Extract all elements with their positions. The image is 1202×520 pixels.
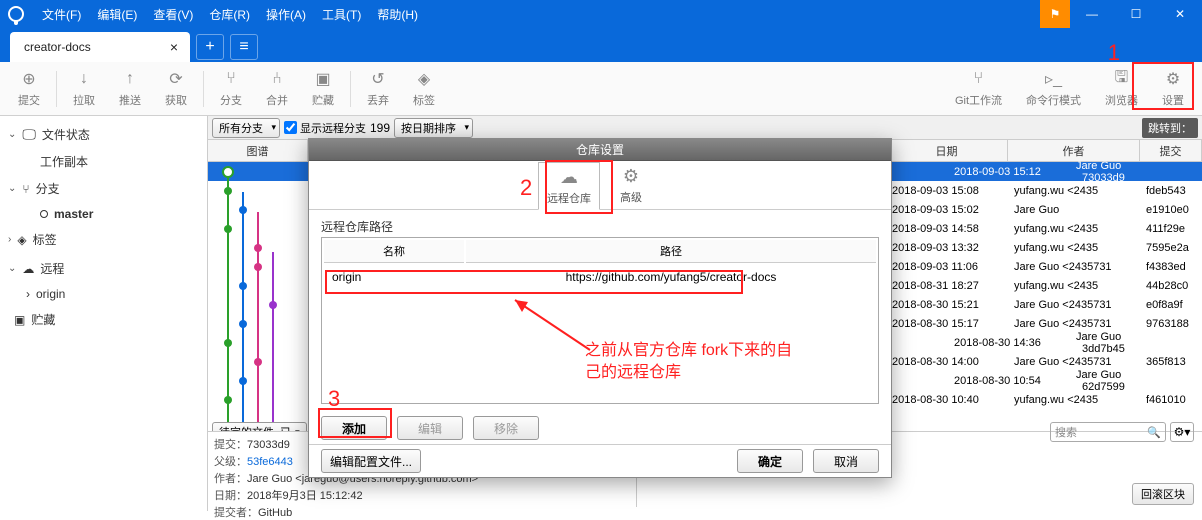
close-button[interactable]: ✕ — [1158, 0, 1202, 28]
modal-tab-remote[interactable]: ☁远程仓库 — [538, 162, 600, 210]
gear-icon: ⚙ — [1163, 69, 1183, 89]
cloud-icon: ☁ — [560, 167, 578, 188]
remote-row-origin[interactable]: originhttps://github.com/yufang5/creator… — [324, 265, 876, 289]
pull-icon: ↓ — [74, 69, 94, 89]
terminal-button[interactable]: ▹_命令行模式 — [1014, 65, 1093, 112]
gear-icon: ⚙ — [623, 166, 639, 187]
tab-add-button[interactable]: + — [196, 34, 224, 60]
gitflow-icon: ⑂ — [968, 69, 988, 89]
fetch-button[interactable]: ⟳获取 — [153, 65, 199, 112]
branch-filter-dropdown[interactable]: 所有分支 — [212, 118, 280, 138]
col-author[interactable]: 作者 — [1008, 140, 1140, 161]
modal-title: 仓库设置 — [309, 139, 891, 161]
menu-file[interactable]: 文件(F) — [34, 6, 89, 23]
browser-icon: 🖫 — [1112, 69, 1132, 89]
commit-graph-icon — [208, 162, 308, 422]
merge-icon: ⑃ — [267, 69, 287, 89]
push-icon: ↑ — [120, 69, 140, 89]
settings-button[interactable]: ⚙设置 — [1150, 65, 1196, 112]
sidebar: ⌄🖵文件状态 工作副本 ⌄⑂分支 master ›◈标签 ⌄☁远程 ›origi… — [0, 116, 208, 511]
sidebar-branches[interactable]: ⌄⑂分支 — [0, 174, 207, 203]
menu-tool[interactable]: 工具(T) — [314, 6, 369, 23]
terminal-icon: ▹_ — [1044, 69, 1064, 89]
minimize-button[interactable]: — — [1070, 0, 1114, 28]
edit-remote-button[interactable]: 编辑 — [397, 416, 463, 440]
menu-action[interactable]: 操作(A) — [258, 6, 314, 23]
tab-label: creator-docs — [24, 40, 91, 54]
menu-repo[interactable]: 仓库(R) — [201, 6, 258, 23]
remote-table: 名称路径 originhttps://github.com/yufang5/cr… — [321, 237, 879, 404]
show-remote-checkbox[interactable]: 显示远程分支 — [284, 120, 366, 136]
tab-close-icon[interactable]: × — [166, 39, 182, 55]
maximize-button[interactable]: ☐ — [1114, 0, 1158, 28]
col-date[interactable]: 日期 — [886, 140, 1008, 161]
stash-button[interactable]: ▣贮藏 — [300, 65, 346, 112]
repo-settings-modal: 仓库设置 ☁远程仓库 ⚙高级 远程仓库路径 名称路径 originhttps:/… — [308, 138, 892, 478]
stash-icon: ▣ — [313, 69, 333, 89]
pull-button[interactable]: ↓拉取 — [61, 65, 107, 112]
menu-edit[interactable]: 编辑(E) — [89, 6, 145, 23]
branch-button[interactable]: ⑂分支 — [208, 65, 254, 112]
titlebar: 文件(F) 编辑(E) 查看(V) 仓库(R) 操作(A) 工具(T) 帮助(H… — [0, 0, 1202, 28]
gitflow-button[interactable]: ⑂Git工作流 — [943, 65, 1014, 112]
flag-icon[interactable]: ⚑ — [1040, 0, 1070, 28]
sort-dropdown[interactable]: 按日期排序 — [394, 118, 473, 138]
sidebar-tags[interactable]: ›◈标签 — [0, 225, 207, 254]
modal-tab-advanced[interactable]: ⚙高级 — [600, 161, 662, 209]
search-input[interactable]: 搜索🔍 — [1050, 422, 1166, 442]
filter-bar: 所有分支 显示远程分支199 按日期排序 跳转到： — [208, 116, 1202, 140]
tab-menu-button[interactable]: ≡ — [230, 34, 258, 60]
th-path: 路径 — [466, 240, 876, 263]
list-settings-button[interactable]: ⚙▾ — [1170, 422, 1194, 442]
th-name: 名称 — [324, 240, 464, 263]
return-block-button[interactable]: 回滚区块 — [1132, 483, 1194, 505]
browser-button[interactable]: 🖫浏览器 — [1093, 65, 1150, 112]
menu-help[interactable]: 帮助(H) — [369, 6, 426, 23]
discard-button[interactable]: ↺丢弃 — [355, 65, 401, 112]
tag-icon: ◈ — [414, 69, 434, 89]
sidebar-branch-master[interactable]: master — [0, 203, 207, 225]
remote-path-label: 远程仓库路径 — [321, 218, 879, 235]
sidebar-stashes[interactable]: ▣贮藏 — [0, 305, 207, 334]
cancel-button[interactable]: 取消 — [813, 449, 879, 473]
commit-button[interactable]: ⊕提交 — [6, 65, 52, 112]
merge-button[interactable]: ⑃合并 — [254, 65, 300, 112]
jump-to-label[interactable]: 跳转到： — [1142, 118, 1198, 138]
branch-icon: ⑂ — [221, 69, 241, 89]
tag-button[interactable]: ◈标签 — [401, 65, 447, 112]
fetch-icon: ⟳ — [166, 69, 186, 89]
sidebar-file-status[interactable]: ⌄🖵文件状态 — [0, 120, 207, 149]
toolbar: ⊕提交 ↓拉取 ↑推送 ⟳获取 ⑂分支 ⑃合并 ▣贮藏 ↺丢弃 ◈标签 ⑂Git… — [0, 62, 1202, 116]
sidebar-remote-origin[interactable]: ›origin — [0, 283, 207, 305]
menu-view[interactable]: 查看(V) — [145, 6, 201, 23]
modal-tabs: ☁远程仓库 ⚙高级 — [309, 161, 891, 210]
app-logo-icon — [8, 6, 24, 22]
push-button[interactable]: ↑推送 — [107, 65, 153, 112]
remove-remote-button[interactable]: 移除 — [473, 416, 539, 440]
col-commit[interactable]: 提交 — [1140, 140, 1202, 161]
add-remote-button[interactable]: 添加 — [321, 416, 387, 440]
commit-icon: ⊕ — [19, 69, 39, 89]
repo-tab[interactable]: creator-docs × — [10, 32, 190, 62]
col-graph[interactable]: 图谱 — [208, 140, 308, 161]
sidebar-remotes[interactable]: ⌄☁远程 — [0, 254, 207, 283]
tabbar: creator-docs × + ≡ — [0, 28, 1202, 62]
edit-config-button[interactable]: 编辑配置文件... — [321, 449, 421, 473]
ok-button[interactable]: 确定 — [737, 449, 803, 473]
sidebar-working-copy[interactable]: 工作副本 — [0, 149, 207, 174]
discard-icon: ↺ — [368, 69, 388, 89]
